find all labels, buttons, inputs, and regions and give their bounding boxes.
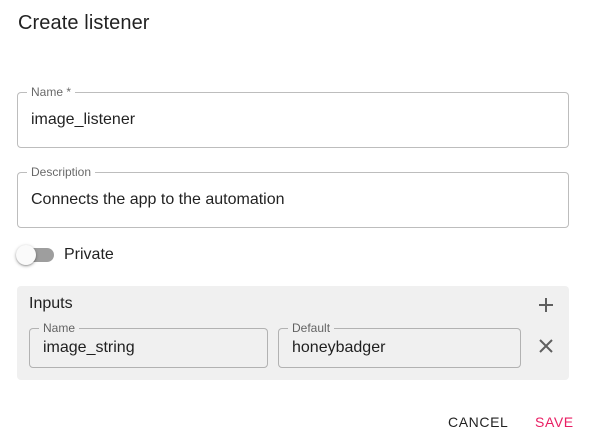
inputs-panel-title: Inputs [29,295,73,312]
private-switch[interactable] [16,245,54,265]
remove-input-button[interactable] [532,332,560,360]
description-field-value[interactable]: Connects the app to the automation [31,191,285,209]
create-listener-dialog: Create listener Name * image_listener De… [0,0,589,445]
plus-icon [539,298,553,312]
input-name-label: Name [39,321,80,335]
private-switch-thumb[interactable] [16,245,36,265]
input-default-value[interactable]: honeybadger [292,339,385,357]
dialog-title: Create listener [18,12,150,34]
add-input-button[interactable] [532,291,560,319]
inputs-panel: Inputs Name image_string Default honeyba… [17,286,569,380]
name-field-value[interactable]: image_listener [31,111,135,129]
input-name-value[interactable]: image_string [43,339,135,357]
close-icon [539,339,553,353]
cancel-button[interactable]: CANCEL [448,414,508,430]
description-field[interactable]: Description Connects the app to the auto… [17,165,569,228]
input-name-field[interactable]: Name image_string [29,321,268,368]
input-default-field[interactable]: Default honeybadger [278,321,521,368]
name-field[interactable]: Name * image_listener [17,85,569,148]
description-field-label: Description [27,165,96,179]
name-field-label: Name * [27,85,76,99]
save-button[interactable]: SAVE [535,414,574,430]
private-switch-label: Private [64,246,114,263]
input-default-label: Default [288,321,335,335]
